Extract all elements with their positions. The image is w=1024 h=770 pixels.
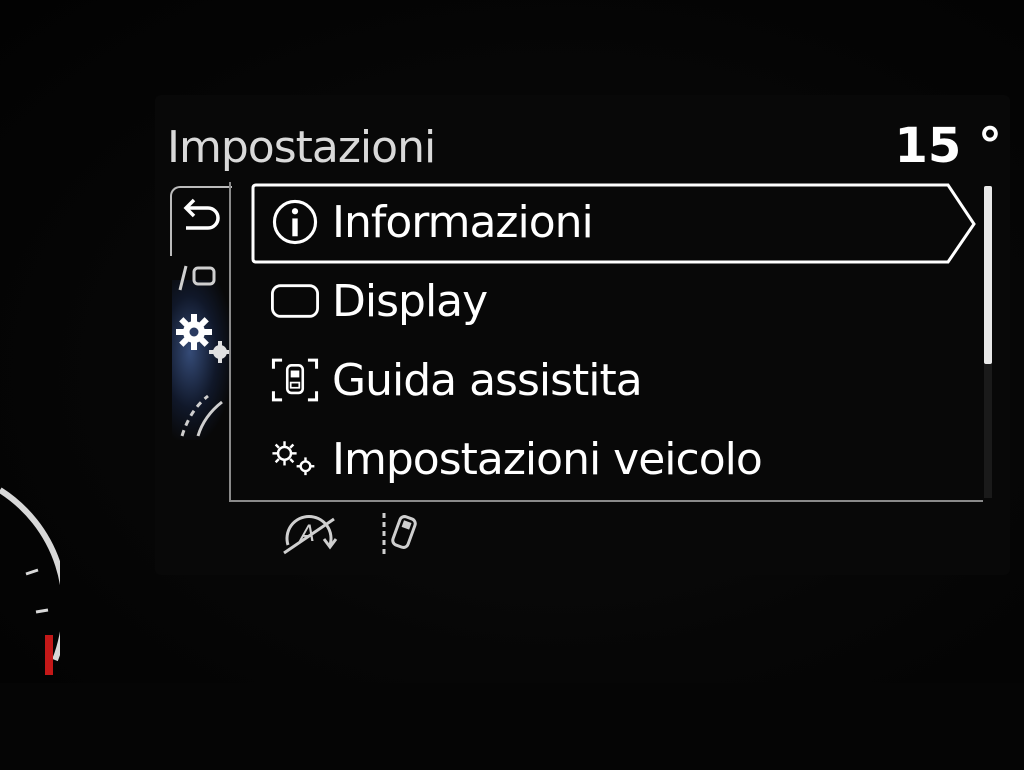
menu-item-display[interactable]: Display <box>252 262 972 340</box>
lane-icon[interactable] <box>178 390 226 440</box>
outside-temperature: 15 ° <box>894 118 1002 174</box>
auto-start-stop-off-icon[interactable]: A <box>278 505 340 561</box>
menu-item-label: Display <box>332 275 488 327</box>
instrument-cluster: Impostazioni 15 ° Informazioni Display G… <box>0 0 1024 683</box>
menu-item-label: Guida assistita <box>332 354 643 406</box>
menu-item-label: Informazioni <box>332 196 594 248</box>
gears-icon <box>252 429 320 489</box>
settings-gears-icon[interactable] <box>172 310 230 368</box>
lane-keep-icon[interactable] <box>378 505 428 561</box>
scrollbar-thumb[interactable] <box>984 186 992 364</box>
menu-item-informazioni[interactable]: Informazioni <box>252 183 972 261</box>
display-icon <box>252 271 320 331</box>
menu-item-impostazioni-veicolo[interactable]: Impostazioni veicolo <box>252 420 972 498</box>
info-circle-icon <box>252 192 320 252</box>
speedometer-gauge <box>0 487 60 675</box>
road-car-icon[interactable] <box>176 262 220 292</box>
back-icon[interactable] <box>180 196 222 236</box>
driver-assist-icon <box>252 350 320 410</box>
menu-item-label: Impostazioni veicolo <box>332 433 763 485</box>
menu-item-guida-assistita[interactable]: Guida assistita <box>252 341 972 419</box>
page-title: Impostazioni <box>167 122 436 173</box>
